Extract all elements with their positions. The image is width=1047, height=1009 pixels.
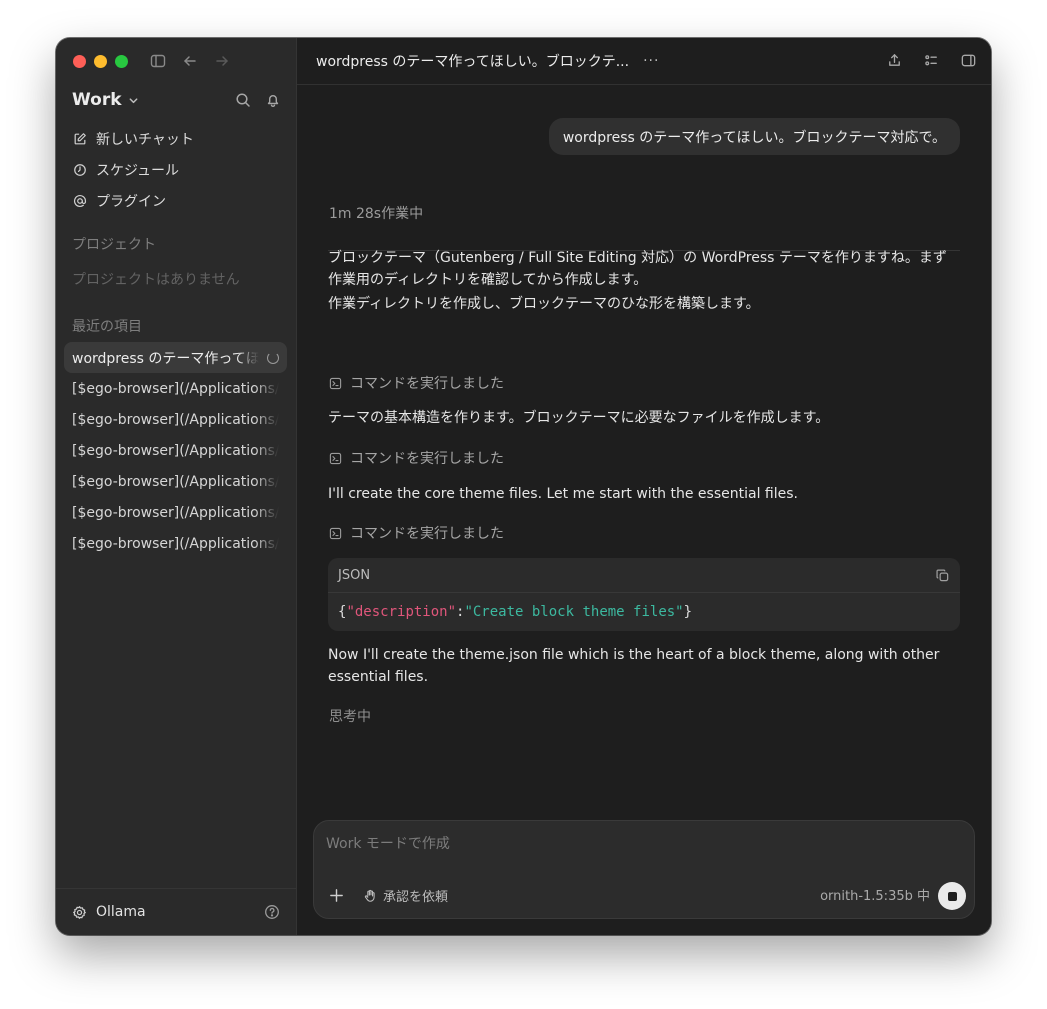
chat-pane: wordpress のテーマ作ってほしい。ブロックテ... ··· wordpr… (297, 38, 991, 935)
sidebar-nav: 新しいチャット スケジュール プラグイン (64, 123, 288, 216)
forward-arrow-icon[interactable] (213, 52, 231, 70)
close-window-button[interactable] (73, 55, 86, 68)
workspace-name: Work (72, 90, 122, 110)
recent-item-label: [$ego-browser](/Applications/ego-browser… (72, 504, 279, 521)
prompt-input[interactable] (326, 836, 926, 852)
code-key: "description" (346, 603, 457, 620)
command-run-item[interactable]: コマンドを実行しました (329, 448, 504, 468)
code-language: JSON (338, 567, 371, 583)
header-actions (886, 52, 977, 69)
sidebar: Work 新しいチャット スケジュール プラグイン プロジェクト プロジェクトは… (56, 38, 297, 935)
plugins-item[interactable]: プラグイン (64, 185, 288, 216)
recent-item-label: [$ego-browser](/Applications/ego-browser… (72, 473, 279, 490)
plugins-label: プラグイン (96, 193, 166, 210)
hand-icon (364, 889, 375, 902)
assistant-paragraph: Now I'll create the theme.json file whic… (328, 647, 940, 685)
schedule-item[interactable]: スケジュール (64, 154, 288, 185)
recent-item[interactable]: [$ego-browser](/Applications/ego-browser… (64, 528, 287, 559)
projects-empty-text: プロジェクトはありません (72, 272, 240, 288)
chevron-down-icon (129, 97, 137, 103)
bell-icon[interactable] (264, 91, 282, 109)
panel-toggle-icon[interactable] (960, 52, 977, 69)
stop-button[interactable] (938, 882, 966, 910)
command-run-label: コマンドを実行しました (350, 451, 504, 467)
recent-item-label: wordpress のテーマ作ってほしい。ブロックテーマ対応で。 (72, 350, 259, 367)
terminal-icon (329, 527, 342, 539)
projects-heading: プロジェクト (72, 237, 156, 253)
clock-icon (74, 163, 86, 176)
help-icon[interactable] (264, 904, 280, 920)
thinking-indicator: 思考中 (329, 709, 371, 725)
chat-title: wordpress のテーマ作ってほしい。ブロックテ... (316, 54, 630, 70)
account-button[interactable]: Ollama (72, 904, 146, 920)
task-list-icon[interactable] (923, 52, 940, 69)
recent-item[interactable]: [$ego-browser](/Applications/ego-browser… (64, 404, 287, 435)
share-icon[interactable] (886, 52, 903, 69)
assistant-paragraph: I'll create the core theme files. Let me… (328, 486, 798, 502)
terminal-icon (329, 452, 342, 464)
user-message: wordpress のテーマ作ってほしい。ブロックテーマ対応で。 (548, 118, 960, 155)
code-colon: : (456, 603, 465, 620)
sidebar-footer: Ollama (56, 888, 296, 935)
assistant-paragraph: テーマの基本構造を作ります。ブロックテーマに必要なファイルを作成します。 (328, 410, 830, 426)
command-run-label: コマンドを実行しました (350, 526, 504, 542)
code-brace: } (683, 603, 693, 620)
more-options-button[interactable]: ··· (643, 53, 659, 69)
work-status[interactable]: 1m 28s作業中 (329, 203, 423, 223)
schedule-label: スケジュール (96, 162, 180, 179)
recent-list: wordpress のテーマ作ってほしい。ブロックテーマ対応で。 [$ego-b… (64, 342, 287, 559)
command-run-label: コマンドを実行しました (350, 376, 504, 392)
assistant-paragraph: 作業ディレクトリを作成し、ブロックテーマのひな形を構築します。 (328, 296, 760, 312)
recent-item-label: [$ego-browser](/Applications/ego-browser… (72, 411, 279, 428)
new-chat-label: 新しいチャット (96, 131, 194, 148)
stop-icon (947, 891, 957, 901)
loading-spinner-icon (267, 351, 279, 364)
composer: 承認を依頼 ornith-1.5:35b 中 (313, 820, 975, 919)
approval-mode-label: 承認を依頼 (383, 890, 449, 905)
approval-mode-button[interactable]: 承認を依頼 (363, 886, 448, 905)
code-value: "Create block theme files" (464, 603, 684, 620)
terminal-icon (329, 377, 342, 389)
model-selector[interactable]: ornith-1.5:35b 中 (820, 885, 930, 904)
at-icon (74, 194, 87, 207)
window-controls (73, 55, 128, 68)
recent-heading: 最近の項目 (72, 319, 142, 335)
sidebar-toggle-icon[interactable] (149, 52, 167, 70)
command-run-item[interactable]: コマンドを実行しました (329, 373, 504, 393)
sidebar-top-icons (234, 91, 282, 109)
account-name: Ollama (96, 904, 146, 920)
app-window: Work 新しいチャット スケジュール プラグイン プロジェクト プロジェクトは… (56, 38, 991, 935)
command-run-item[interactable]: コマンドを実行しました (329, 523, 504, 543)
search-icon[interactable] (234, 91, 252, 109)
assistant-paragraph: ブロックテーマ（Gutenberg / Full Site Editing 対応… (328, 250, 947, 288)
recent-item[interactable]: [$ego-browser](/Applications/ego-browser… (64, 435, 287, 466)
chat-header: wordpress のテーマ作ってほしい。ブロックテ... ··· (297, 38, 991, 85)
plus-icon[interactable] (328, 887, 345, 904)
workspace-switcher[interactable]: Work (72, 90, 139, 110)
copy-icon[interactable] (935, 568, 950, 583)
code-block: JSON {"description": "Create block theme … (328, 558, 960, 631)
code-content: {"description": "Create block theme files… (328, 593, 960, 630)
code-brace: { (338, 603, 347, 620)
recent-item-label: [$ego-browser](/Applications/ego-browser… (72, 442, 279, 459)
minimize-window-button[interactable] (94, 55, 107, 68)
recent-item[interactable]: [$ego-browser](/Applications/ego-browser… (64, 373, 287, 404)
back-arrow-icon[interactable] (181, 52, 199, 70)
compose-icon (74, 132, 86, 144)
settings-gear-icon (73, 905, 86, 919)
recent-item-label: [$ego-browser](/Applications/ego-browser… (72, 380, 279, 397)
recent-item[interactable]: [$ego-browser](/Applications/ego-browser… (64, 497, 287, 528)
new-chat-item[interactable]: 新しいチャット (64, 123, 288, 154)
code-block-header: JSON (328, 558, 960, 593)
recent-item-active[interactable]: wordpress のテーマ作ってほしい。ブロックテーマ対応で。 (64, 342, 287, 373)
recent-item-label: [$ego-browser](/Applications/ego-browser… (72, 535, 279, 552)
recent-item[interactable]: [$ego-browser](/Applications/ego-browser… (64, 466, 287, 497)
zoom-window-button[interactable] (115, 55, 128, 68)
